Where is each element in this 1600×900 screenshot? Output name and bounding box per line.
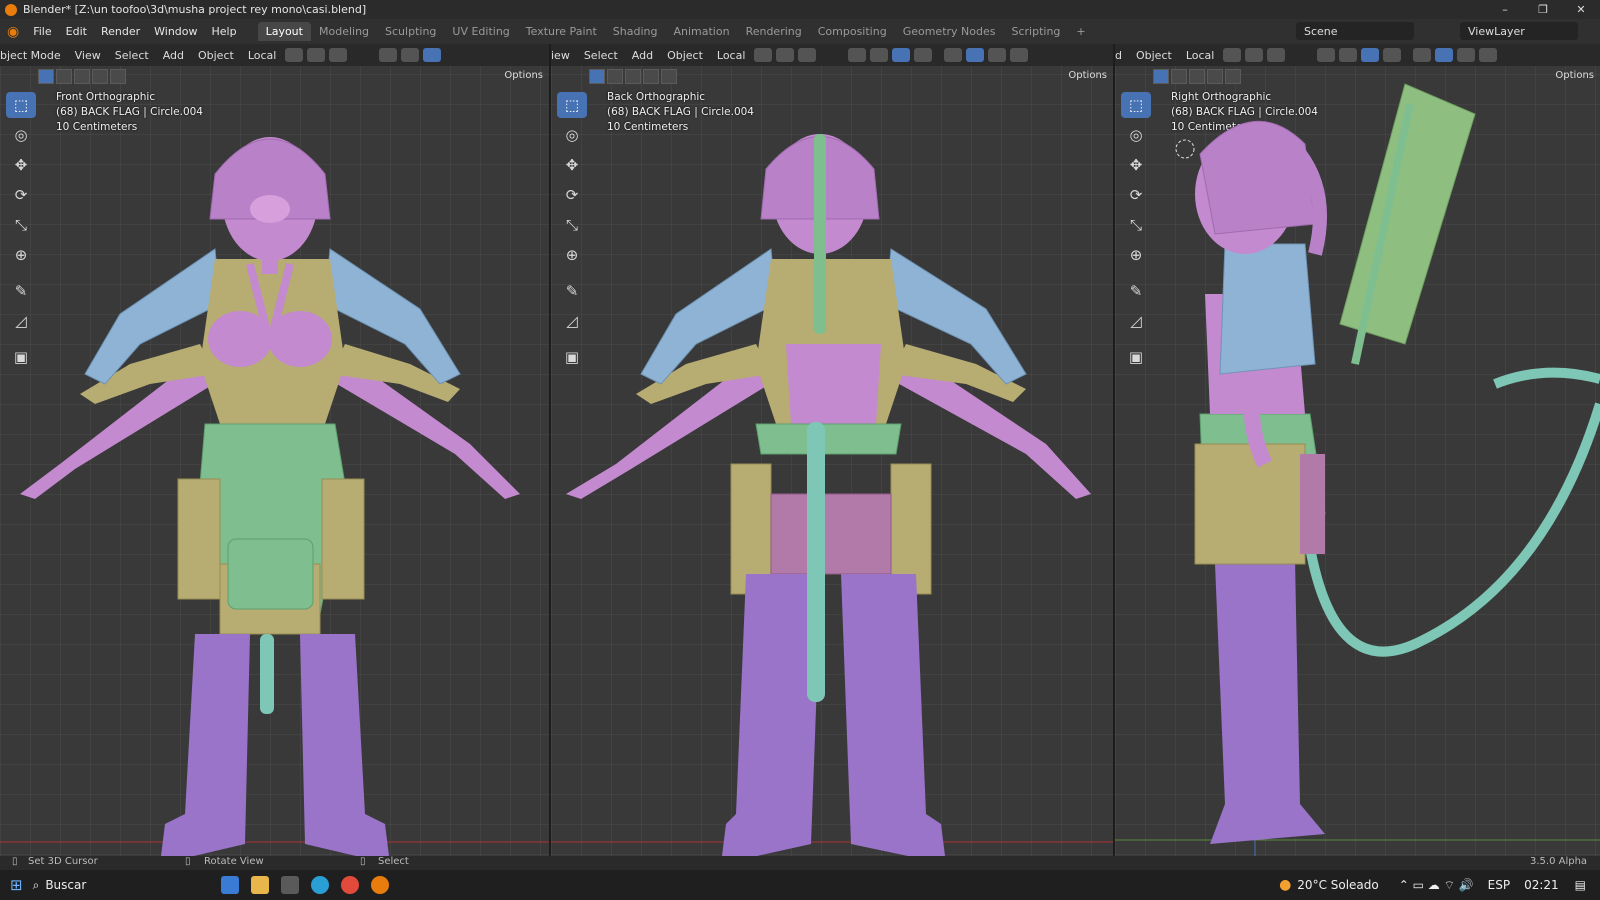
tab-texture-paint[interactable]: Texture Paint [518, 22, 605, 41]
hint-select: Select [378, 856, 409, 867]
weather-status[interactable]: 20°C Soleado [1297, 878, 1378, 892]
character-model-back [551, 134, 1113, 856]
view-layer-selector[interactable]: ViewLayer [1460, 22, 1578, 40]
menu-render[interactable]: Render [94, 25, 147, 38]
viewport-back[interactable]: iew Select Add Object Local Options ⬚ ◎ … [551, 44, 1113, 856]
window-title: Blender* [Z:\un toofoo\3d\musha project … [23, 3, 367, 16]
tray-icons[interactable]: ⌃ ▭ ☁ ⌔ 🔊 [1399, 878, 1474, 893]
tab-compositing[interactable]: Compositing [810, 22, 895, 41]
store-icon[interactable] [281, 876, 300, 894]
blender-menu-icon[interactable]: ◉ [0, 24, 26, 40]
scene-name: Scene [1304, 24, 1338, 38]
hint-rotate-view: Rotate View [204, 856, 264, 867]
mouse-middle-icon: ▯ [185, 856, 191, 867]
viewport-right[interactable]: d Object Local Options ⬚ ◎ ✥ ⟳ ⤡ ⊕ ✎ ◿ ▣… [1115, 44, 1600, 856]
tab-animation[interactable]: Animation [665, 22, 737, 41]
scene-selector[interactable]: Scene [1296, 22, 1414, 40]
notifications-icon[interactable]: ▤ [1575, 878, 1586, 892]
version-label: 3.5.0 Alpha [1530, 856, 1588, 867]
add-workspace-button[interactable]: + [1068, 22, 1093, 41]
search-icon[interactable]: ⌕ [33, 878, 40, 893]
taskbar-search[interactable]: Buscar [45, 878, 215, 892]
character-model-side [1115, 83, 1600, 856]
tab-modeling[interactable]: Modeling [311, 22, 377, 41]
file-explorer-icon[interactable] [251, 876, 270, 894]
mouse-left-icon: ▯ [12, 856, 18, 867]
chrome-icon[interactable] [341, 876, 360, 894]
title-bar: Blender* [Z:\un toofoo\3d\musha project … [0, 0, 1600, 19]
view-layer-name: ViewLayer [1468, 24, 1525, 38]
weather-icon: ● [1279, 877, 1292, 893]
windows-start-icon[interactable]: ⊞ [10, 876, 23, 894]
tab-geometry-nodes[interactable]: Geometry Nodes [895, 22, 1004, 41]
window-controls: – ❐ ✕ [1486, 0, 1600, 19]
menu-edit[interactable]: Edit [59, 25, 94, 38]
menu-help[interactable]: Help [205, 25, 244, 38]
clock[interactable]: 02:21 [1524, 878, 1559, 892]
minimize-button[interactable]: – [1486, 0, 1524, 19]
status-bar: ▯ Set 3D Cursor ▯ Rotate View ▯ Select 3… [0, 856, 1600, 870]
tab-layout[interactable]: Layout [257, 22, 311, 41]
task-view-icon[interactable] [221, 876, 240, 894]
hint-set-cursor: Set 3D Cursor [28, 856, 98, 867]
tab-uv-editing[interactable]: UV Editing [444, 22, 517, 41]
menu-window[interactable]: Window [147, 25, 204, 38]
edge-icon[interactable] [311, 876, 330, 894]
mouse-right-icon: ▯ [360, 856, 366, 867]
blender-taskbar-icon[interactable] [371, 876, 390, 894]
input-language[interactable]: ESP [1488, 878, 1510, 892]
character-model-front [0, 137, 549, 856]
os-taskbar: ⊞ ⌕ Buscar ● 20°C Soleado ⌃ ▭ ☁ ⌔ 🔊 ESP … [0, 870, 1600, 900]
close-button[interactable]: ✕ [1562, 0, 1600, 19]
tab-rendering[interactable]: Rendering [738, 22, 810, 41]
tab-scripting[interactable]: Scripting [1003, 22, 1068, 41]
blender-logo-icon [5, 3, 17, 16]
maximize-button[interactable]: ❐ [1524, 0, 1562, 19]
tab-shading[interactable]: Shading [605, 22, 666, 41]
tab-sculpting[interactable]: Sculpting [377, 22, 444, 41]
menu-file[interactable]: File [26, 25, 58, 38]
viewport-front[interactable]: bject Mode View Select Add Object Local … [0, 44, 549, 856]
